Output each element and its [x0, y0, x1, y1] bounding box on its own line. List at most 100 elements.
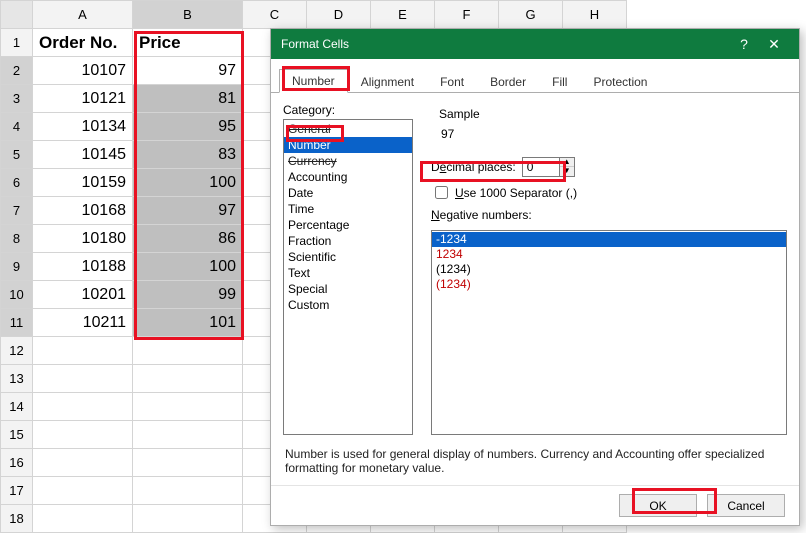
cell[interactable]: 83 — [133, 141, 243, 169]
cell[interactable]: 101 — [133, 309, 243, 337]
row-header[interactable]: 7 — [1, 197, 33, 225]
category-item[interactable]: Number — [284, 137, 412, 153]
cell[interactable] — [33, 393, 133, 421]
negative-format-item[interactable]: -1234 — [432, 232, 786, 247]
format-cells-dialog: Format Cells ? ✕ Number Alignment Font B… — [270, 28, 800, 526]
cell[interactable] — [133, 365, 243, 393]
col-header-B[interactable]: B — [133, 1, 243, 29]
cell[interactable] — [33, 449, 133, 477]
row-header[interactable]: 18 — [1, 505, 33, 533]
row-header[interactable]: 6 — [1, 169, 33, 197]
dialog-close-button[interactable]: ✕ — [759, 36, 789, 53]
format-description: Number is used for general display of nu… — [283, 441, 787, 475]
cell[interactable]: 100 — [133, 169, 243, 197]
row-header[interactable]: 17 — [1, 477, 33, 505]
tab-fill[interactable]: Fill — [539, 70, 580, 93]
cell[interactable] — [133, 421, 243, 449]
cell[interactable] — [133, 393, 243, 421]
cell[interactable]: 97 — [133, 197, 243, 225]
tab-border[interactable]: Border — [477, 70, 539, 93]
col-header-G[interactable]: G — [499, 1, 563, 29]
thousand-separator-checkbox[interactable] — [435, 186, 448, 199]
select-all-corner[interactable] — [1, 1, 33, 29]
col-header-H[interactable]: H — [563, 1, 627, 29]
cancel-button[interactable]: Cancel — [707, 494, 785, 517]
cell[interactable] — [33, 505, 133, 533]
tab-alignment[interactable]: Alignment — [348, 70, 427, 93]
cell[interactable] — [33, 421, 133, 449]
cell[interactable]: 10134 — [33, 113, 133, 141]
cell[interactable]: 10201 — [33, 281, 133, 309]
col-header-C[interactable]: C — [243, 1, 307, 29]
cell[interactable] — [33, 365, 133, 393]
category-item[interactable]: Percentage — [284, 217, 412, 233]
cell[interactable] — [33, 477, 133, 505]
cell[interactable]: 10145 — [33, 141, 133, 169]
col-header-F[interactable]: F — [435, 1, 499, 29]
cell[interactable]: 10159 — [33, 169, 133, 197]
dialog-titlebar[interactable]: Format Cells ? ✕ — [271, 29, 799, 59]
category-item[interactable]: Accounting — [284, 169, 412, 185]
negative-numbers-listbox[interactable]: -12341234(1234)(1234) — [431, 230, 787, 435]
cell[interactable]: 10168 — [33, 197, 133, 225]
col-header-D[interactable]: D — [307, 1, 371, 29]
cell[interactable]: 10180 — [33, 225, 133, 253]
row-header[interactable]: 8 — [1, 225, 33, 253]
category-item[interactable]: Fraction — [284, 233, 412, 249]
cell[interactable]: 10188 — [33, 253, 133, 281]
row-header[interactable]: 10 — [1, 281, 33, 309]
sample-label: Sample — [439, 107, 779, 121]
row-header[interactable]: 12 — [1, 337, 33, 365]
negative-format-item[interactable]: (1234) — [432, 277, 786, 292]
spinner-down-icon[interactable]: ▼ — [560, 167, 574, 176]
dialog-help-button[interactable]: ? — [729, 36, 759, 52]
cell[interactable]: 100 — [133, 253, 243, 281]
negative-format-item[interactable]: (1234) — [432, 262, 786, 277]
cell[interactable]: 99 — [133, 281, 243, 309]
category-item[interactable]: Currency — [284, 153, 412, 169]
cell[interactable]: 95 — [133, 113, 243, 141]
row-header[interactable]: 14 — [1, 393, 33, 421]
category-item[interactable]: Special — [284, 281, 412, 297]
col-header-E[interactable]: E — [371, 1, 435, 29]
category-item[interactable]: Text — [284, 265, 412, 281]
cell[interactable]: 97 — [133, 57, 243, 85]
cell[interactable] — [133, 477, 243, 505]
row-header[interactable]: 2 — [1, 57, 33, 85]
row-header[interactable]: 3 — [1, 85, 33, 113]
row-header[interactable]: 11 — [1, 309, 33, 337]
ok-button[interactable]: OK — [619, 494, 697, 517]
category-item[interactable]: Scientific — [284, 249, 412, 265]
cell[interactable] — [33, 337, 133, 365]
cell-header-price[interactable]: Price — [133, 29, 243, 57]
category-item[interactable]: Time — [284, 201, 412, 217]
row-header[interactable]: 5 — [1, 141, 33, 169]
cell[interactable]: 86 — [133, 225, 243, 253]
decimal-places-input[interactable] — [523, 158, 559, 176]
cell[interactable]: 81 — [133, 85, 243, 113]
col-header-A[interactable]: A — [33, 1, 133, 29]
cell[interactable] — [133, 337, 243, 365]
cell[interactable] — [133, 505, 243, 533]
cell[interactable] — [133, 449, 243, 477]
cell[interactable]: 10211 — [33, 309, 133, 337]
row-header[interactable]: 13 — [1, 365, 33, 393]
tab-number[interactable]: Number — [279, 69, 348, 93]
category-item[interactable]: Date — [284, 185, 412, 201]
category-item[interactable]: Custom — [284, 297, 412, 313]
cell[interactable]: 10121 — [33, 85, 133, 113]
category-item[interactable]: General — [284, 121, 412, 137]
cell-header-order[interactable]: Order No. — [33, 29, 133, 57]
cell[interactable]: 10107 — [33, 57, 133, 85]
negative-numbers-label: Negative numbers: — [431, 208, 787, 222]
row-header[interactable]: 9 — [1, 253, 33, 281]
tab-font[interactable]: Font — [427, 70, 477, 93]
decimal-places-spinner[interactable]: ▲ ▼ — [522, 157, 575, 177]
row-header[interactable]: 4 — [1, 113, 33, 141]
category-listbox[interactable]: GeneralNumberCurrencyAccountingDateTimeP… — [283, 119, 413, 435]
negative-format-item[interactable]: 1234 — [432, 247, 786, 262]
row-header[interactable]: 16 — [1, 449, 33, 477]
tab-protection[interactable]: Protection — [580, 70, 660, 93]
row-header[interactable]: 15 — [1, 421, 33, 449]
row-header[interactable]: 1 — [1, 29, 33, 57]
